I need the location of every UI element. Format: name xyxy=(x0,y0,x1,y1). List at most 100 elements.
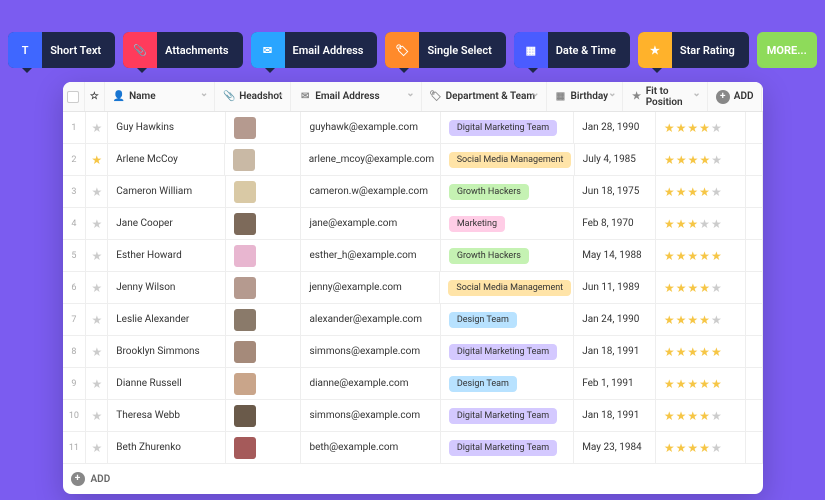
cell-department[interactable]: Growth Hackers xyxy=(441,240,574,271)
cell-email[interactable]: dianne@example.com xyxy=(301,368,440,399)
table-row[interactable]: 9 ★ Dianne Russell dianne@example.com De… xyxy=(63,368,763,400)
table-row[interactable]: 6 ★ Jenny Wilson jenny@example.com Socia… xyxy=(63,272,763,304)
cell-email[interactable]: guyhawk@example.com xyxy=(301,112,440,143)
table-row[interactable]: 7 ★ Leslie Alexander alexander@example.c… xyxy=(63,304,763,336)
cell-department[interactable]: Design Team xyxy=(441,368,574,399)
row-star-toggle[interactable]: ★ xyxy=(86,112,108,143)
column-header-name[interactable]: 👤Name xyxy=(105,82,215,111)
cell-headshot[interactable] xyxy=(226,400,302,431)
row-star-toggle[interactable]: ★ xyxy=(86,144,108,175)
row-star-toggle[interactable]: ★ xyxy=(86,400,108,431)
cell-headshot[interactable] xyxy=(226,432,302,463)
cell-name[interactable]: Leslie Alexander xyxy=(108,304,225,335)
field-type-attachments[interactable]: 📎Attachments xyxy=(123,32,242,68)
table-row[interactable]: 8 ★ Brooklyn Simmons simmons@example.com… xyxy=(63,336,763,368)
add-column-button[interactable]: +ADD xyxy=(708,82,763,111)
row-star-toggle[interactable]: ★ xyxy=(86,272,108,303)
cell-birthday[interactable]: Jan 28, 1990 xyxy=(574,112,656,143)
cell-email[interactable]: simmons@example.com xyxy=(301,400,440,431)
cell-headshot[interactable] xyxy=(226,336,302,367)
row-star-toggle[interactable]: ★ xyxy=(86,432,108,463)
cell-name[interactable]: Esther Howard xyxy=(108,240,225,271)
cell-headshot[interactable] xyxy=(225,144,300,175)
row-star-toggle[interactable]: ★ xyxy=(86,208,108,239)
cell-email[interactable]: jane@example.com xyxy=(301,208,440,239)
cell-department[interactable]: Design Team xyxy=(441,304,574,335)
column-header-headshot[interactable]: 📎Headshot xyxy=(215,82,291,111)
cell-name[interactable]: Guy Hawkins xyxy=(108,112,225,143)
cell-department[interactable]: Digital Marketing Team xyxy=(441,336,574,367)
field-type-email-address[interactable]: ✉Email Address xyxy=(251,32,378,68)
table-row[interactable]: 3 ★ Cameron William cameron.w@example.co… xyxy=(63,176,763,208)
field-type-date-&-time[interactable]: ▦Date & Time xyxy=(514,32,630,68)
cell-department[interactable]: Social Media Management xyxy=(440,272,574,303)
cell-birthday[interactable]: Jan 18, 1991 xyxy=(574,336,656,367)
cell-headshot[interactable] xyxy=(226,368,302,399)
cell-email[interactable]: esther_h@example.com xyxy=(301,240,440,271)
cell-fit-rating[interactable]: ★★★★★ xyxy=(656,112,746,143)
cell-fit-rating[interactable]: ★★★★★ xyxy=(656,336,746,367)
cell-birthday[interactable]: July 4, 1985 xyxy=(575,144,656,175)
row-star-toggle[interactable]: ★ xyxy=(86,368,108,399)
row-star-toggle[interactable]: ★ xyxy=(86,304,108,335)
cell-email[interactable]: arlene_mcoy@example.com xyxy=(301,144,441,175)
cell-birthday[interactable]: Jun 11, 1989 xyxy=(574,272,656,303)
row-star-toggle[interactable]: ★ xyxy=(86,240,108,271)
cell-fit-rating[interactable]: ★★★★★ xyxy=(656,208,746,239)
column-header-email[interactable]: ✉Email Address xyxy=(291,82,421,111)
cell-fit-rating[interactable]: ★★★★★ xyxy=(656,272,746,303)
cell-name[interactable]: Beth Zhurenko xyxy=(108,432,225,463)
cell-name[interactable]: Theresa Webb xyxy=(108,400,225,431)
cell-fit-rating[interactable]: ★★★★★ xyxy=(656,304,746,335)
row-star-toggle[interactable]: ★ xyxy=(86,176,108,207)
cell-fit-rating[interactable]: ★★★★★ xyxy=(656,240,746,271)
field-type-short-text[interactable]: TShort Text xyxy=(8,32,115,68)
cell-birthday[interactable]: May 14, 1988 xyxy=(574,240,656,271)
field-type-single-select[interactable]: 🏷Single Select xyxy=(385,32,505,68)
row-star-toggle[interactable]: ★ xyxy=(86,336,108,367)
cell-fit-rating[interactable]: ★★★★★ xyxy=(656,432,746,463)
table-row[interactable]: 1 ★ Guy Hawkins guyhawk@example.com Digi… xyxy=(63,112,763,144)
cell-name[interactable]: Cameron William xyxy=(108,176,225,207)
cell-birthday[interactable]: Jun 18, 1975 xyxy=(574,176,656,207)
cell-fit-rating[interactable]: ★★★★★ xyxy=(656,144,745,175)
cell-name[interactable]: Jane Cooper xyxy=(108,208,225,239)
column-header-department[interactable]: 🏷Department & Team xyxy=(422,82,547,111)
cell-department[interactable]: Digital Marketing Team xyxy=(441,400,574,431)
cell-headshot[interactable] xyxy=(226,208,302,239)
cell-headshot[interactable] xyxy=(226,176,302,207)
cell-headshot[interactable] xyxy=(226,272,302,303)
cell-name[interactable]: Dianne Russell xyxy=(108,368,225,399)
checkbox-icon[interactable] xyxy=(67,91,79,103)
table-row[interactable]: 11 ★ Beth Zhurenko beth@example.com Digi… xyxy=(63,432,763,464)
cell-birthday[interactable]: Jan 18, 1991 xyxy=(574,400,656,431)
table-row[interactable]: 2 ★ Arlene McCoy arlene_mcoy@example.com… xyxy=(63,144,763,176)
cell-birthday[interactable]: Feb 8, 1970 xyxy=(574,208,656,239)
cell-headshot[interactable] xyxy=(226,304,302,335)
cell-department[interactable]: Social Media Management xyxy=(441,144,575,175)
table-row[interactable]: 5 ★ Esther Howard esther_h@example.com G… xyxy=(63,240,763,272)
add-row-button[interactable]: + ADD xyxy=(63,464,763,494)
cell-headshot[interactable] xyxy=(226,112,302,143)
column-header-fit[interactable]: ★Fit to Position xyxy=(623,82,707,111)
cell-email[interactable]: beth@example.com xyxy=(301,432,440,463)
cell-fit-rating[interactable]: ★★★★★ xyxy=(656,176,746,207)
table-row[interactable]: 10 ★ Theresa Webb simmons@example.com Di… xyxy=(63,400,763,432)
cell-department[interactable]: Growth Hackers xyxy=(441,176,574,207)
cell-email[interactable]: cameron.w@example.com xyxy=(301,176,440,207)
cell-department[interactable]: Marketing xyxy=(441,208,574,239)
cell-headshot[interactable] xyxy=(226,240,302,271)
cell-birthday[interactable]: Jan 24, 1990 xyxy=(574,304,656,335)
cell-birthday[interactable]: Feb 1, 1991 xyxy=(574,368,656,399)
cell-department[interactable]: Digital Marketing Team xyxy=(441,112,574,143)
cell-fit-rating[interactable]: ★★★★★ xyxy=(656,400,746,431)
cell-department[interactable]: Digital Marketing Team xyxy=(441,432,574,463)
cell-birthday[interactable]: May 23, 1984 xyxy=(574,432,656,463)
cell-name[interactable]: Arlene McCoy xyxy=(108,144,225,175)
cell-email[interactable]: simmons@example.com xyxy=(301,336,440,367)
table-row[interactable]: 4 ★ Jane Cooper jane@example.com Marketi… xyxy=(63,208,763,240)
more-field-types-button[interactable]: MORE... xyxy=(757,32,817,68)
cell-fit-rating[interactable]: ★★★★★ xyxy=(656,368,746,399)
cell-name[interactable]: Brooklyn Simmons xyxy=(108,336,225,367)
select-all-header[interactable] xyxy=(63,82,85,111)
